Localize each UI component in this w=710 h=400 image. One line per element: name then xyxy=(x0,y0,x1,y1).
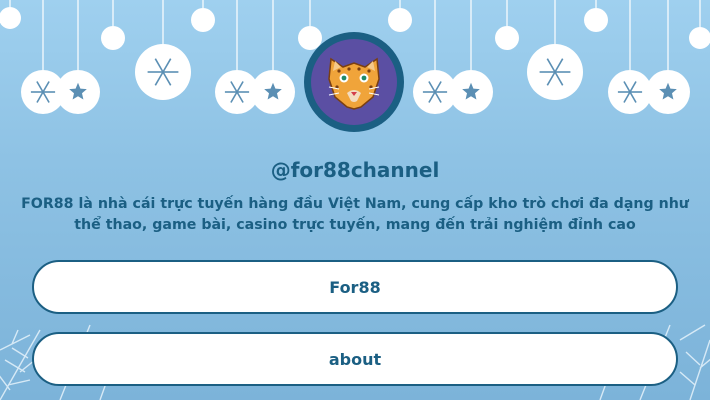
plain-ornament-icon xyxy=(584,8,608,32)
avatar[interactable] xyxy=(304,32,404,132)
snowflake-ornament-icon xyxy=(135,44,191,100)
plain-ornament-icon xyxy=(388,8,412,32)
plain-ornament-icon xyxy=(191,8,215,32)
leopard-face-icon xyxy=(311,39,397,125)
plain-ornament-icon xyxy=(101,26,125,50)
profile-description: FOR88 là nhà cái trực tuyến hàng đầu Việ… xyxy=(21,196,689,233)
snowflake-ornament-icon xyxy=(608,70,652,114)
star-ornament-icon xyxy=(646,70,690,114)
snowflake-ornament-icon xyxy=(527,44,583,100)
plain-ornament-icon xyxy=(0,7,21,29)
profile-handle: @for88channel xyxy=(270,158,440,182)
star-ornament-icon xyxy=(251,70,295,114)
star-ornament-icon xyxy=(449,70,493,114)
link-button-for88[interactable]: For88 xyxy=(32,260,678,314)
plain-ornament-icon xyxy=(689,27,710,49)
plain-ornament-icon xyxy=(495,26,519,50)
star-ornament-icon xyxy=(56,70,100,114)
link-button-about[interactable]: about xyxy=(32,332,678,386)
